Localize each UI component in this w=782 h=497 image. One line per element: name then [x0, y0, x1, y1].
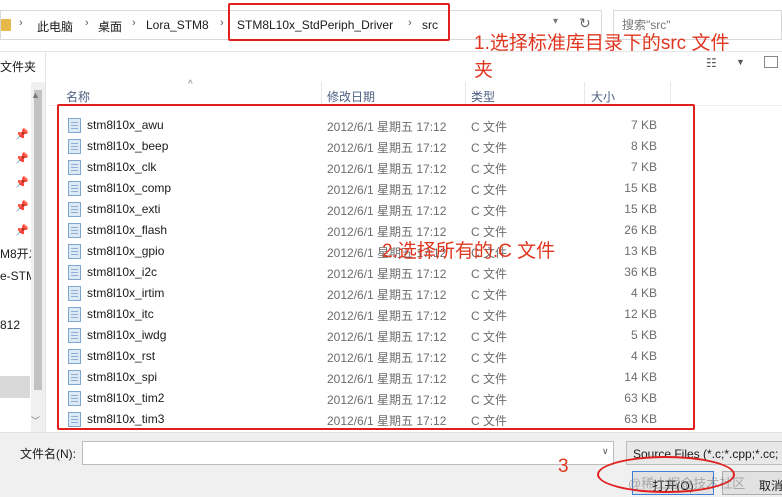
column-divider[interactable] [321, 82, 322, 106]
chevron-down-icon[interactable]: ∨ [602, 446, 609, 457]
column-divider[interactable] [670, 82, 671, 106]
sidebar-title[interactable]: 文件夹 [0, 58, 36, 75]
pin-icon: 📌 [15, 129, 29, 141]
column-headers: ^ 名称 修改日期 类型 大小 [48, 79, 782, 106]
annotation-step2: 2.选择所有的.C 文件 [382, 241, 556, 262]
view-options-icon[interactable]: ☷ [706, 56, 717, 70]
chevron-down-icon[interactable]: ▾ [553, 16, 558, 27]
column-header-type[interactable]: 类型 [471, 88, 495, 105]
file-list-scrollbar[interactable] [28, 106, 42, 430]
scroll-down-icon[interactable]: ﹀ [31, 414, 40, 427]
annotation-ellipse-open [597, 456, 735, 493]
column-header-size[interactable]: 大小 [591, 88, 615, 105]
annotation-step1: 1.选择标准库目录下的src 文件 [474, 33, 730, 54]
sidebar-item[interactable]: 812 [0, 318, 20, 332]
scroll-up-icon[interactable]: ▲ [31, 90, 40, 100]
breadcrumb-desktop[interactable]: 桌面 [98, 18, 122, 35]
pin-icon: 📌 [15, 225, 29, 237]
breadcrumb-this-pc[interactable]: 此电脑 [37, 18, 73, 35]
column-divider[interactable] [584, 82, 585, 106]
chevron-right-icon[interactable]: › [220, 17, 224, 29]
chevron-right-icon[interactable]: › [132, 17, 136, 29]
chevron-right-icon[interactable]: › [85, 17, 89, 29]
filename-input[interactable] [82, 441, 614, 465]
pin-icon: 📌 [15, 201, 29, 213]
filename-label: 文件名(N): [20, 447, 76, 461]
breadcrumb-lora-stm8[interactable]: Lora_STM8 [146, 18, 209, 32]
annotation-box-files [57, 104, 695, 430]
annotation-step1-cont: 夹 [474, 60, 494, 81]
sidebar-item-selected[interactable] [0, 376, 30, 398]
chevron-right-icon[interactable]: › [19, 17, 23, 29]
annotation-step3: 3 [558, 456, 569, 477]
pin-icon: 📌 [15, 153, 29, 165]
pin-icon: 📌 [15, 177, 29, 189]
annotation-box-path [228, 3, 450, 41]
column-divider[interactable] [465, 82, 466, 106]
chevron-down-icon[interactable]: ▼ [736, 57, 745, 67]
sort-arrow-icon: ^ [188, 79, 193, 90]
folder-icon [1, 19, 11, 31]
column-header-name[interactable]: 名称 [66, 88, 90, 105]
column-header-date[interactable]: 修改日期 [327, 88, 375, 105]
preview-pane-icon[interactable] [764, 56, 778, 68]
